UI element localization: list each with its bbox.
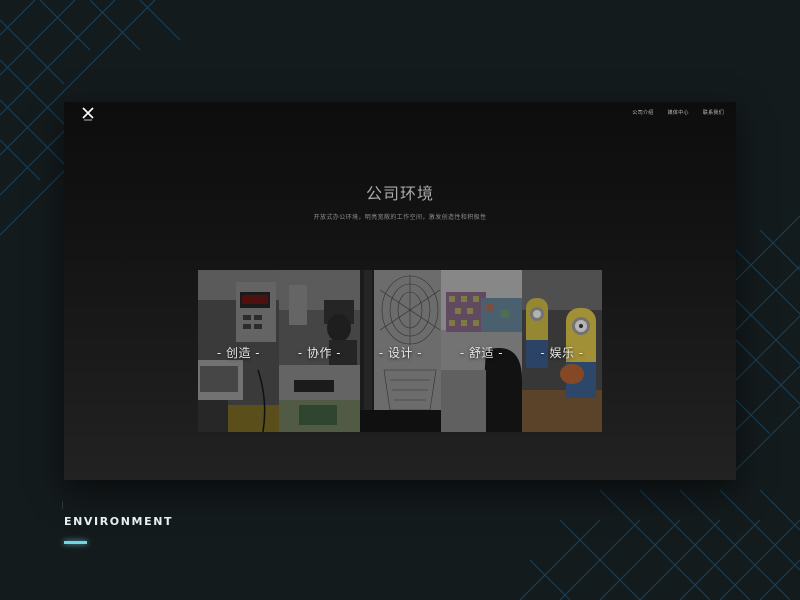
section-marker: [62, 501, 63, 509]
nav-item-company-intro[interactable]: 公司介绍: [632, 109, 653, 116]
gallery-panel-design[interactable]: - 设计 -: [360, 270, 441, 432]
panel-label-comfort: - 舒适 -: [459, 346, 504, 360]
top-navigation: 公司介绍 媒体中心 联系我们: [632, 109, 724, 116]
gallery-panel-create[interactable]: - 创造 -: [198, 270, 279, 432]
page-subtitle: 开放式办公环境，明亮宽敞的工作空间，激发创造性和积极性: [313, 214, 487, 221]
accent-underline: [64, 541, 87, 544]
gallery-panel-entertainment[interactable]: - 娱乐 -: [522, 270, 602, 432]
panel-label-design: - 设计 -: [378, 346, 423, 360]
logo-x-icon[interactable]: [82, 107, 94, 121]
website-preview-window: 公司介绍 媒体中心 联系我们 公司环境 开放式办公环境，明亮宽敞的工作空间，激发…: [64, 102, 736, 480]
page-title: 公司环境: [365, 184, 434, 203]
nav-item-media-center[interactable]: 媒体中心: [668, 109, 689, 116]
section-title: ENVIRONMENT: [64, 515, 174, 528]
nav-item-contact-us[interactable]: 联系我们: [703, 109, 724, 116]
gallery-panel-comfort[interactable]: - 舒适 -: [441, 270, 522, 432]
panel-label-create: - 创造 -: [216, 346, 261, 360]
panel-label-collaborate: - 协作 -: [297, 346, 342, 360]
gallery-panel-collaborate[interactable]: - 协作 -: [279, 270, 360, 432]
panel-label-entertainment: - 娱乐 -: [540, 346, 584, 360]
environment-gallery: - 创造 - - 协作 - - 设计 - - 舒适 - - 娱乐 -: [198, 270, 602, 432]
